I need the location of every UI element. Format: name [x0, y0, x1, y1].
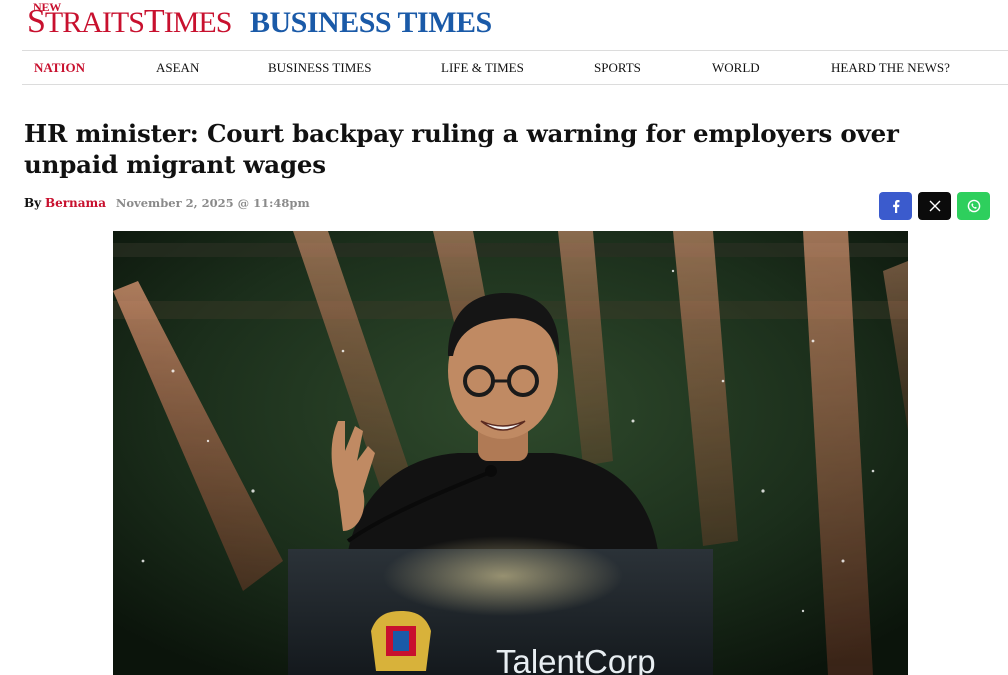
byline-by-label: By [24, 196, 42, 210]
nav-item-business-times[interactable]: BUSINESS TIMES [268, 51, 371, 84]
byline-author-link[interactable]: Bernama [45, 196, 106, 210]
nav-item-heard-the-news[interactable]: HEARD THE NEWS? [831, 51, 950, 84]
byline-date: November 2, 2025 @ 11:48pm [115, 196, 310, 210]
share-facebook-button[interactable] [879, 192, 912, 220]
whatsapp-icon [967, 199, 981, 213]
share-x-button[interactable] [918, 192, 951, 220]
nav-item-nation[interactable]: NATION [34, 51, 85, 84]
site-header: NEW STRAITSTIMES BUSINESS TIMES [0, 0, 1008, 50]
nav-item-asean[interactable]: ASEAN [156, 51, 199, 84]
x-icon [929, 200, 941, 212]
new-straits-times-logo[interactable]: NEW STRAITSTIMES [27, 1, 233, 41]
nav-item-sports[interactable]: SPORTS [594, 51, 641, 84]
article-photo: TalentCorp [113, 231, 908, 675]
podium-talentcorp-text: TalentCorp [496, 643, 656, 675]
share-whatsapp-button[interactable] [957, 192, 990, 220]
nst-logo-wordmark: STRAITSTIMES [27, 3, 232, 40]
article-headline: HR minister: Court backpay ruling a warn… [24, 119, 899, 179]
facebook-icon [892, 199, 900, 213]
main-nav: NATION ASEAN BUSINESS TIMES LIFE & TIMES… [22, 50, 1008, 85]
article-byline: By Bernama November 2, 2025 @ 11:48pm [24, 195, 310, 211]
business-times-logo[interactable]: BUSINESS TIMES [250, 6, 492, 40]
nav-item-life-times[interactable]: LIFE & TIMES [441, 51, 524, 84]
nav-item-world[interactable]: WORLD [712, 51, 760, 84]
